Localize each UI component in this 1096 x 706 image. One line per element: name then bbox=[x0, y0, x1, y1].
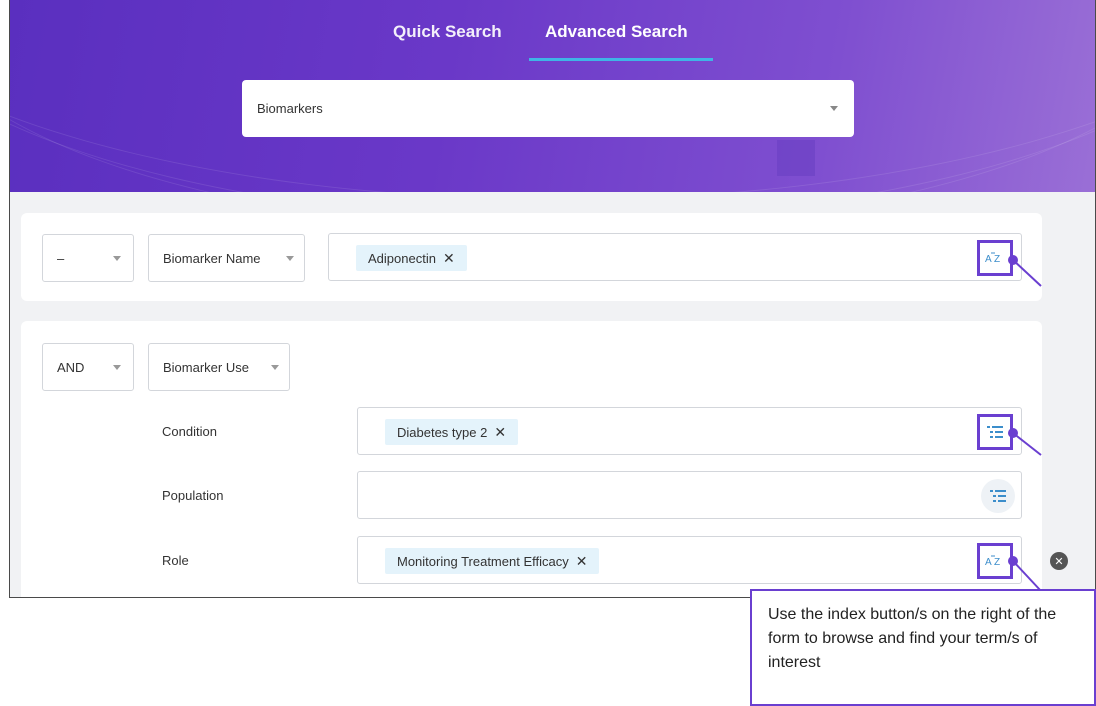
callout-pointer bbox=[1008, 255, 1042, 287]
role-input[interactable]: Monitoring Treatment Efficacy ✕ A Z bbox=[357, 536, 1022, 584]
remove-chip-icon[interactable]: ✕ bbox=[576, 553, 588, 570]
svg-text:Z: Z bbox=[994, 254, 1000, 265]
tree-index-button[interactable] bbox=[981, 479, 1015, 513]
chevron-down-icon bbox=[113, 256, 121, 261]
svg-text:A: A bbox=[985, 557, 992, 568]
condition-label: Condition bbox=[162, 424, 217, 439]
az-index-icon: A Z bbox=[985, 555, 1000, 568]
help-callout: Use the index button/s on the right of t… bbox=[750, 589, 1096, 706]
tab-advanced-search[interactable]: Advanced Search bbox=[545, 22, 688, 42]
chevron-down-icon bbox=[830, 106, 838, 111]
search-header: Quick Search Advanced Search Biomarkers bbox=[10, 0, 1095, 192]
field-dropdown-row1[interactable]: Biomarker Name bbox=[148, 234, 305, 282]
remove-chip-icon[interactable]: ✕ bbox=[443, 250, 455, 267]
search-type-value: Biomarkers bbox=[257, 101, 323, 116]
operator-value: – bbox=[57, 250, 65, 266]
callout-text: Use the index button/s on the right of t… bbox=[768, 606, 1057, 671]
condition-input[interactable]: Diabetes type 2 ✕ bbox=[357, 407, 1022, 455]
search-type-dropdown[interactable]: Biomarkers bbox=[242, 80, 854, 137]
query-row-1: – Biomarker Name Adiponectin ✕ A Z bbox=[21, 213, 1042, 301]
field-dropdown-row2[interactable]: Biomarker Use bbox=[148, 343, 290, 391]
chip-label: Adiponectin bbox=[368, 250, 436, 266]
search-app-frame: Quick Search Advanced Search Biomarkers … bbox=[9, 0, 1096, 598]
population-input[interactable] bbox=[357, 471, 1022, 519]
field-value: Biomarker Use bbox=[163, 359, 249, 375]
chevron-down-icon bbox=[113, 365, 121, 370]
operator-dropdown-row1[interactable]: – bbox=[42, 234, 134, 282]
term-chip: Monitoring Treatment Efficacy ✕ bbox=[385, 548, 600, 574]
chevron-down-icon bbox=[271, 365, 279, 370]
role-label: Role bbox=[162, 553, 189, 568]
chevron-down-icon bbox=[286, 256, 294, 261]
svg-text:A: A bbox=[985, 254, 992, 265]
chip-label: Monitoring Treatment Efficacy bbox=[397, 553, 569, 569]
svg-text:Z: Z bbox=[994, 557, 1000, 568]
tree-index-icon bbox=[990, 490, 1006, 502]
operator-value: AND bbox=[57, 359, 85, 375]
operator-dropdown-row2[interactable]: AND bbox=[42, 343, 134, 391]
tab-quick-search[interactable]: Quick Search bbox=[393, 22, 502, 42]
remove-chip-icon[interactable]: ✕ bbox=[494, 424, 506, 441]
callout-pointer bbox=[1008, 428, 1042, 456]
tree-index-icon bbox=[987, 426, 1003, 438]
query-row-2: AND Biomarker Use Condition Diabetes typ… bbox=[21, 321, 1042, 597]
remove-row-button[interactable]: ✕ bbox=[1050, 552, 1068, 570]
az-index-icon: A Z bbox=[985, 252, 1000, 265]
chip-label: Diabetes type 2 bbox=[397, 424, 488, 440]
term-input-row1[interactable]: Adiponectin ✕ A Z bbox=[328, 233, 1022, 281]
population-label: Population bbox=[162, 488, 224, 503]
term-chip: Diabetes type 2 ✕ bbox=[385, 419, 519, 445]
close-icon: ✕ bbox=[1054, 555, 1064, 568]
active-tab-indicator bbox=[529, 58, 713, 61]
term-chip: Adiponectin ✕ bbox=[356, 245, 467, 271]
field-value: Biomarker Name bbox=[163, 250, 261, 266]
decor-square bbox=[777, 140, 815, 176]
search-tabs: Quick Search Advanced Search bbox=[10, 22, 1095, 62]
